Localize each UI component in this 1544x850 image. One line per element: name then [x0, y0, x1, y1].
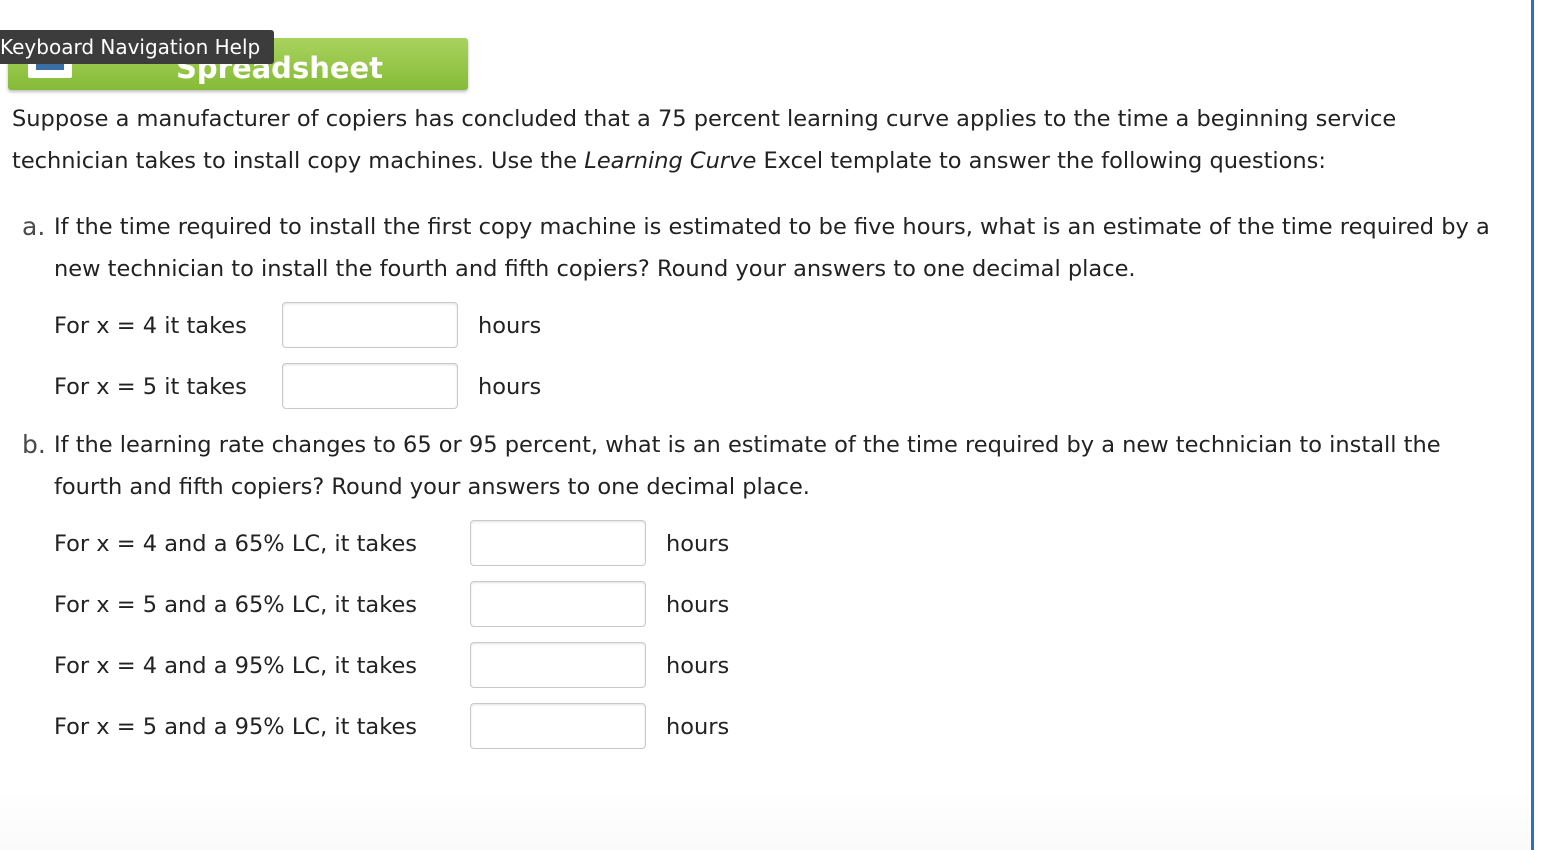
answer-input-b-x4-65[interactable]: [470, 520, 646, 566]
answer-row-unit: hours: [666, 531, 730, 557]
answer-input-b-x5-65[interactable]: [470, 581, 646, 627]
answer-row-unit: hours: [666, 714, 730, 740]
answer-input-b-x5-95[interactable]: [470, 703, 646, 749]
intro-emphasis: Learning Curve: [584, 148, 757, 174]
part-b-marker: b.: [22, 430, 46, 459]
answer-input-a-x5[interactable]: [282, 363, 458, 409]
answer-row-label: For x = 5 and a 95% LC, it takes: [54, 714, 418, 740]
part-b-question: If the learning rate changes to 65 or 95…: [54, 432, 1441, 500]
answer-input-a-x4[interactable]: [282, 302, 458, 348]
answer-row-label: For x = 4 and a 95% LC, it takes: [54, 653, 418, 679]
answer-row-label: For x = 4 it takes: [54, 313, 247, 339]
answer-row-label: For x = 4 and a 65% LC, it takes: [54, 531, 418, 557]
answer-row-unit: hours: [666, 592, 730, 618]
answer-row-label: For x = 5 and a 65% LC, it takes: [54, 592, 418, 618]
page-bottom: [0, 790, 1530, 850]
part-a-marker: a.: [22, 212, 46, 241]
answer-row-unit: hours: [666, 653, 730, 679]
intro-text-after: Excel template to answer the following q…: [756, 148, 1326, 174]
answer-row-label: For x = 5 it takes: [54, 374, 247, 400]
problem-intro: Suppose a manufacturer of copiers has co…: [12, 98, 1512, 182]
answer-row-unit: hours: [478, 374, 542, 400]
frame-border: [1531, 0, 1534, 850]
answer-input-b-x4-95[interactable]: [470, 642, 646, 688]
part-a-question: If the time required to install the firs…: [54, 214, 1490, 282]
answer-row-unit: hours: [478, 313, 542, 339]
keyboard-navigation-help-tooltip[interactable]: Keyboard Navigation Help: [0, 30, 275, 64]
